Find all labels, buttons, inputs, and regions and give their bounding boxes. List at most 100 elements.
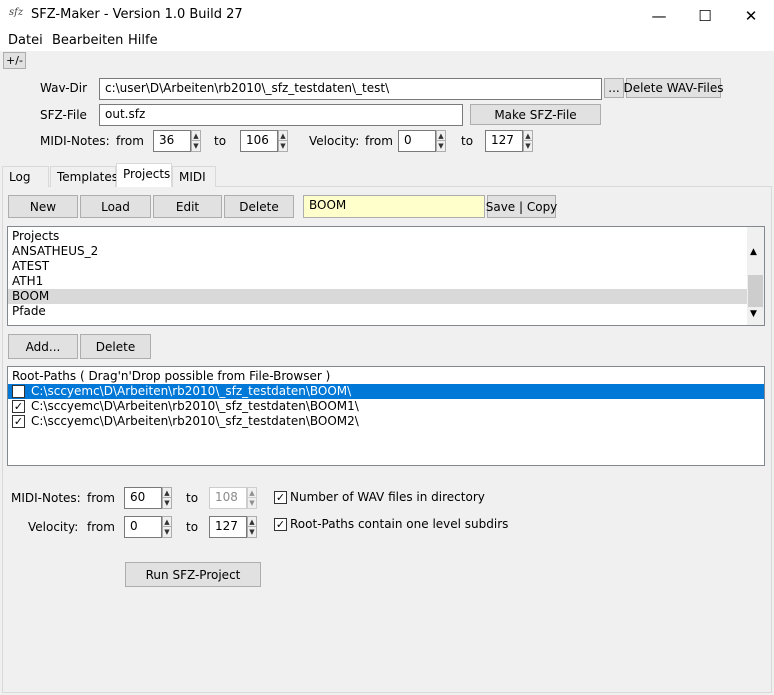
velocity-to-input[interactable]: 127 — [485, 130, 523, 152]
root-paths-header: Root-Paths ( Drag'n'Drop possible from F… — [12, 369, 331, 383]
stepper-down-icon[interactable]: ▼ — [163, 498, 171, 508]
velocity-from-label: from — [365, 134, 393, 148]
checkbox-checked-icon[interactable]: ✓ — [12, 385, 25, 398]
bottom-velocity-label: Velocity: — [28, 520, 79, 534]
root-path-row[interactable]: ✓ C:\sccyemc\D\Arbeiten\rb2010\_sfz_test… — [8, 414, 764, 429]
stepper-down-icon[interactable]: ▼ — [524, 141, 532, 151]
projects-scrollbar[interactable]: ▲ ▼ — [747, 227, 764, 325]
bottom-midi-from-stepper[interactable]: ▲ ▼ — [162, 487, 172, 509]
midi-from-label: from — [116, 134, 144, 148]
minimize-button[interactable]: — — [636, 0, 682, 31]
checkbox-checked-icon[interactable]: ✓ — [274, 490, 287, 504]
checkbox-checked-icon[interactable]: ✓ — [274, 517, 287, 531]
list-item-selected[interactable]: BOOM — [8, 289, 747, 304]
list-item[interactable]: ATH1 — [8, 274, 764, 289]
tab-log[interactable]: Log — [2, 166, 49, 187]
stepper-down-icon[interactable]: ▼ — [248, 527, 256, 537]
stepper-down-icon[interactable]: ▼ — [192, 141, 200, 151]
tab-projects[interactable]: Projects — [116, 163, 172, 187]
bottom-midi-to-stepper[interactable]: ▲ ▼ — [247, 487, 257, 509]
new-project-button[interactable]: New — [8, 195, 78, 218]
bottom-velocity-from-label: from — [87, 520, 115, 534]
root-path-row[interactable]: ✓ C:\sccyemc\D\Arbeiten\rb2010\_sfz_test… — [8, 399, 764, 414]
make-sfz-file-button[interactable]: Make SFZ-File — [470, 104, 601, 125]
stepper-up-icon[interactable]: ▲ — [163, 517, 171, 527]
stepper-up-icon[interactable]: ▲ — [192, 131, 200, 141]
stepper-up-icon[interactable]: ▲ — [248, 488, 256, 498]
tab-midi[interactable]: MIDI — [172, 166, 216, 187]
bottom-velocity-from-input[interactable]: 0 — [124, 516, 162, 538]
menu-bar: Datei Bearbeiten Hilfe — [0, 31, 774, 51]
edit-project-button[interactable]: Edit — [153, 195, 222, 218]
midi-to-input[interactable]: 106 — [240, 130, 278, 152]
bottom-midi-to-label: to — [186, 491, 199, 505]
menu-datei[interactable]: Datei — [8, 33, 43, 48]
root-path-text: C:\sccyemc\D\Arbeiten\rb2010\_sfz_testda… — [31, 399, 359, 413]
bottom-velocity-from-stepper[interactable]: ▲ ▼ — [162, 516, 172, 538]
list-item[interactable]: ANSATHEUS_2 — [8, 244, 764, 259]
menu-hilfe[interactable]: Hilfe — [128, 33, 158, 48]
projects-list[interactable]: Projects ANSATHEUS_2 ATEST ATH1 BOOM Pfa… — [7, 226, 765, 326]
midi-to-stepper[interactable]: ▲ ▼ — [278, 130, 288, 152]
project-name-input[interactable]: BOOM — [303, 195, 485, 218]
velocity-to-stepper[interactable]: ▲ ▼ — [523, 130, 533, 152]
menu-bearbeiten[interactable]: Bearbeiten — [52, 33, 123, 48]
sfzfile-input[interactable]: out.sfz — [99, 104, 463, 126]
midi-from-input[interactable]: 36 — [153, 130, 191, 152]
stepper-up-icon[interactable]: ▲ — [524, 131, 532, 141]
stepper-up-icon[interactable]: ▲ — [437, 131, 445, 141]
velocity-from-input[interactable]: 0 — [398, 130, 436, 152]
wavdir-input[interactable]: c:\user\D\Arbeiten\rb2010\_sfz_testdaten… — [99, 78, 602, 100]
bottom-midi-from-label: from — [87, 491, 115, 505]
delete-path-button[interactable]: Delete — [80, 334, 151, 359]
load-project-button[interactable]: Load — [80, 195, 151, 218]
close-button[interactable]: ✕ — [728, 0, 774, 31]
stepper-down-icon[interactable]: ▼ — [248, 498, 256, 508]
bottom-midi-from-input[interactable]: 60 — [124, 487, 162, 509]
list-item[interactable]: ATEST — [8, 259, 764, 274]
root-path-text: C:\sccyemc\D\Arbeiten\rb2010\_sfz_testda… — [31, 384, 352, 398]
browse-wavdir-button[interactable]: ... — [604, 78, 624, 98]
root-paths-list[interactable]: Root-Paths ( Drag'n'Drop possible from F… — [7, 366, 765, 466]
checkbox-checked-icon[interactable]: ✓ — [12, 400, 25, 413]
scrollbar-thumb[interactable] — [748, 275, 763, 307]
checkbox-checked-icon[interactable]: ✓ — [12, 415, 25, 428]
toggle-panel-button[interactable]: +/- — [3, 52, 26, 69]
velocity-from-stepper[interactable]: ▲ ▼ — [436, 130, 446, 152]
scroll-up-icon[interactable]: ▲ — [750, 247, 757, 257]
run-sfz-project-button[interactable]: Run SFZ-Project — [125, 562, 261, 587]
title-bar: sfz SFZ-Maker - Version 1.0 Build 27 — ☐… — [0, 0, 774, 31]
list-item[interactable]: Pfade — [8, 304, 764, 319]
subdirs-option-label: Root-Paths contain one level subdirs — [290, 517, 509, 531]
save-copy-button[interactable]: Save | Copy — [486, 195, 557, 218]
window-title: SFZ-Maker - Version 1.0 Build 27 — [31, 7, 243, 22]
stepper-down-icon[interactable]: ▼ — [279, 141, 287, 151]
root-path-text: C:\sccyemc\D\Arbeiten\rb2010\_sfz_testda… — [31, 414, 359, 428]
bottom-velocity-to-input[interactable]: 127 — [209, 516, 247, 538]
stepper-up-icon[interactable]: ▲ — [248, 517, 256, 527]
midi-from-stepper[interactable]: ▲ ▼ — [191, 130, 201, 152]
wav-count-option[interactable]: ✓ Number of WAV files in directory — [274, 490, 485, 504]
scroll-down-icon[interactable]: ▼ — [750, 309, 757, 319]
midi-to-label: to — [214, 134, 227, 148]
subdirs-option[interactable]: ✓ Root-Paths contain one level subdirs — [274, 517, 508, 531]
sfzfile-label: SFZ-File — [40, 108, 87, 122]
add-path-button[interactable]: Add... — [8, 334, 78, 359]
delete-project-button[interactable]: Delete — [224, 195, 294, 218]
stepper-down-icon[interactable]: ▼ — [437, 141, 445, 151]
bottom-velocity-to-stepper[interactable]: ▲ ▼ — [247, 516, 257, 538]
midi-notes-label: MIDI-Notes: — [40, 134, 110, 148]
root-path-row-selected[interactable]: ✓ C:\sccyemc\D\Arbeiten\rb2010\_sfz_test… — [8, 384, 764, 399]
stepper-down-icon[interactable]: ▼ — [163, 527, 171, 537]
wav-count-option-label: Number of WAV files in directory — [290, 490, 485, 504]
tab-templates[interactable]: Templates — [50, 166, 118, 187]
wavdir-label: Wav-Dir — [40, 81, 88, 95]
bottom-midi-to-input[interactable]: 108 — [209, 487, 247, 509]
delete-wav-files-button[interactable]: Delete WAV-Files — [623, 78, 724, 98]
projects-list-header: Projects — [12, 229, 60, 243]
maximize-button[interactable]: ☐ — [682, 0, 728, 31]
velocity-label: Velocity: — [309, 134, 360, 148]
stepper-up-icon[interactable]: ▲ — [279, 131, 287, 141]
bottom-velocity-to-label: to — [186, 520, 199, 534]
stepper-up-icon[interactable]: ▲ — [163, 488, 171, 498]
